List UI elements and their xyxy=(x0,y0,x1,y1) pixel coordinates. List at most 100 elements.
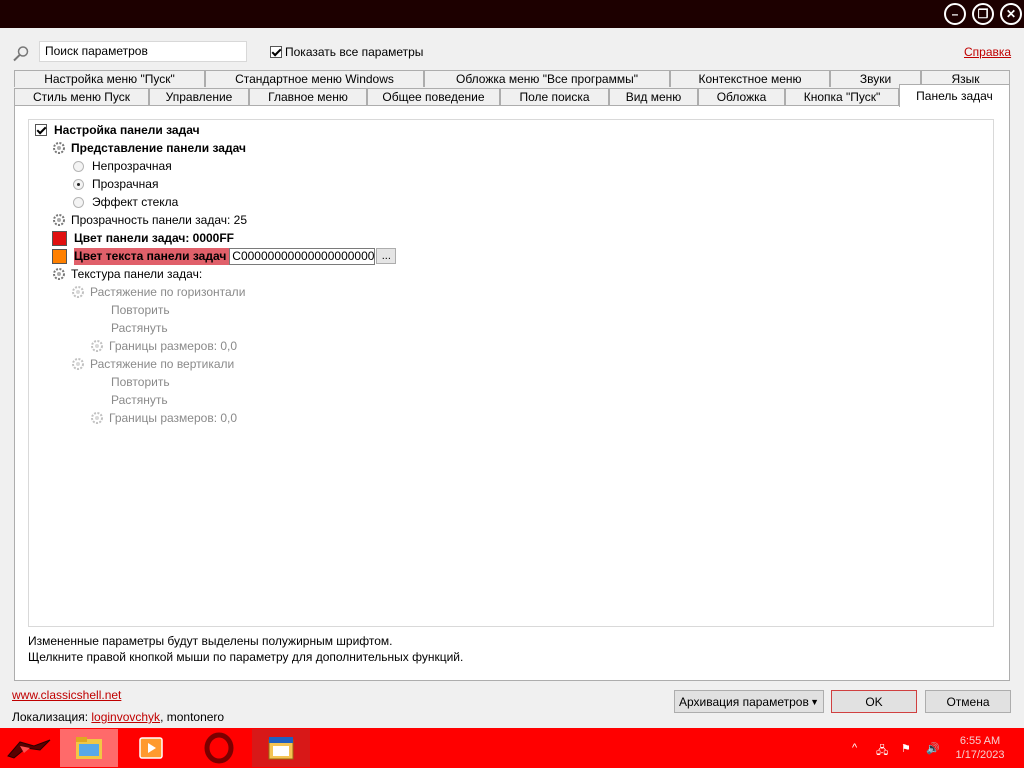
stretch-v2-label: Растянуть xyxy=(111,393,168,407)
radio-label: Прозрачная xyxy=(92,177,159,191)
clock-time: 6:55 AM xyxy=(959,735,1001,747)
repeat-h-label: Повторить xyxy=(111,303,170,317)
title-bar xyxy=(0,0,1024,28)
start-button[interactable] xyxy=(0,729,58,767)
borders-h-label: Границы размеров: 0,0 xyxy=(109,339,238,353)
borders-v-label: Границы размеров: 0,0 xyxy=(109,411,238,425)
tab-start-menu-style[interactable]: Стиль меню Пуск xyxy=(14,88,149,105)
tree-text-color[interactable]: Цвет текста панели задач C00000000000000… xyxy=(52,247,397,265)
close-button[interactable]: ✕ xyxy=(1000,3,1022,25)
tab-main-menu[interactable]: Главное меню xyxy=(249,88,367,105)
stretch-horizontal-label: Растяжение по горизонтали xyxy=(90,285,246,299)
restore-button[interactable]: ❐ xyxy=(972,3,994,25)
localization-suffix: , montonero xyxy=(160,710,225,724)
ok-button[interactable]: OK xyxy=(831,690,917,713)
tree-repeat-v[interactable]: Повторить xyxy=(111,373,170,391)
tree-stretch-v2[interactable]: Растянуть xyxy=(111,391,168,409)
tree-repeat-h[interactable]: Повторить xyxy=(111,301,170,319)
text-color-label: Цвет текста панели задач xyxy=(74,247,230,265)
color-picker-button[interactable]: ... xyxy=(376,248,397,264)
taskbar-color-label: Цвет панели задач: 0000FF xyxy=(74,231,235,245)
volume-icon[interactable]: 🔊 xyxy=(926,742,940,755)
tree-stretch-horizontal[interactable]: Растяжение по горизонтали xyxy=(71,283,245,301)
backup-label: Архивация параметров xyxy=(679,694,809,709)
taskbar-classic-shell[interactable] xyxy=(252,729,310,767)
tab-general-behavior[interactable]: Общее поведение xyxy=(367,88,500,105)
text-color-input[interactable]: C000000000000000000000 xyxy=(229,247,376,265)
radio-label: Непрозрачная xyxy=(92,159,172,173)
gear-icon xyxy=(91,340,103,352)
hint-bold: Измененные параметры будут выделены полу… xyxy=(28,634,393,648)
minimize-icon: – xyxy=(951,7,959,21)
repeat-v-label: Повторить xyxy=(111,375,170,389)
search-input[interactable]: Поиск параметров xyxy=(39,41,247,62)
tab-taskbar[interactable]: Панель задач xyxy=(899,84,1010,107)
website-link[interactable]: www.classicshell.net xyxy=(12,688,121,702)
tab-menu-look[interactable]: Вид меню xyxy=(609,88,698,105)
taskbar-media-player[interactable] xyxy=(122,729,180,767)
clock[interactable]: 6:55 AM 1/17/2023 xyxy=(950,734,1010,762)
gear-icon xyxy=(72,286,84,298)
taskbar-settings-label: Настройка панели задач xyxy=(54,123,200,137)
taskbar-settings-checkbox[interactable] xyxy=(35,124,47,136)
localization-author-link[interactable]: loginvovchyk xyxy=(91,710,160,724)
cancel-button[interactable]: Отмена xyxy=(925,690,1011,713)
folder-icon xyxy=(76,737,102,759)
radio-opaque[interactable]: Непрозрачная xyxy=(73,157,172,175)
tab-skin[interactable]: Обложка xyxy=(698,88,785,105)
action-center-icon[interactable]: ⚑ xyxy=(901,742,911,755)
show-all-toggle[interactable]: Показать все параметры xyxy=(270,45,423,59)
tree-borders-h[interactable]: Границы размеров: 0,0 xyxy=(90,337,237,355)
radio-button-selected[interactable] xyxy=(73,178,84,190)
show-all-label: Показать все параметры xyxy=(285,45,424,59)
tree-taskbar-color[interactable]: Цвет панели задач: 0000FF xyxy=(52,229,234,247)
backup-settings-button[interactable]: Архивация параметров ▼ xyxy=(674,690,824,713)
tree-root[interactable]: Настройка панели задач xyxy=(35,121,200,139)
tab-context-menu[interactable]: Контекстное меню xyxy=(670,70,830,87)
close-icon: ✕ xyxy=(1005,7,1017,21)
tab-search-box[interactable]: Поле поиска xyxy=(500,88,609,105)
tree-texture[interactable]: Текстура панели задач: xyxy=(52,265,202,283)
tree-borders-v[interactable]: Границы размеров: 0,0 xyxy=(90,409,237,427)
search-icon xyxy=(13,46,29,62)
taskbar-explorer[interactable] xyxy=(60,729,118,767)
network-icon[interactable]: 🖧 xyxy=(876,742,888,761)
media-player-icon xyxy=(139,737,163,759)
help-link[interactable]: Справка xyxy=(964,45,1011,59)
gear-icon xyxy=(72,358,84,370)
gear-icon xyxy=(53,214,65,226)
tree-opacity[interactable]: Прозрачность панели задач: 25 xyxy=(52,211,247,229)
tab-all-programs-skin[interactable]: Обложка меню "Все программы" xyxy=(424,70,670,87)
text-color-swatch xyxy=(52,248,67,264)
hint-right-click: Щелкните правой кнопкой мыши по параметр… xyxy=(28,650,464,664)
window-app-icon xyxy=(268,737,294,760)
view-group-label: Представление панели задач xyxy=(71,141,246,155)
radio-transparent[interactable]: Прозрачная xyxy=(73,175,158,193)
radio-label: Эффект стекла xyxy=(92,195,179,209)
taskbar-opera[interactable] xyxy=(190,729,248,767)
tree-stretch-vertical[interactable]: Растяжение по вертикали xyxy=(71,355,234,373)
minimize-button[interactable]: – xyxy=(944,3,966,25)
tree-view-group[interactable]: Представление панели задач xyxy=(52,139,246,157)
tab-start-button[interactable]: Кнопка "Пуск" xyxy=(785,88,899,105)
start-logo-icon xyxy=(7,739,51,759)
radio-button[interactable] xyxy=(73,160,84,172)
radio-button[interactable] xyxy=(73,196,84,208)
texture-label: Текстура панели задач: xyxy=(71,267,203,281)
gear-icon xyxy=(91,412,103,424)
tab-standard-windows-menu[interactable]: Стандартное меню Windows xyxy=(205,70,424,87)
opera-icon xyxy=(204,732,234,764)
tray-expand-icon[interactable]: ^ xyxy=(852,742,857,754)
localization-prefix: Локализация: xyxy=(12,710,92,724)
taskbar-color-swatch xyxy=(52,230,67,246)
opacity-label: Прозрачность панели задач: 25 xyxy=(71,213,248,227)
tab-start-menu-settings[interactable]: Настройка меню "Пуск" xyxy=(14,70,205,87)
radio-glass[interactable]: Эффект стекла xyxy=(73,193,178,211)
tree-stretch-h2[interactable]: Растянуть xyxy=(111,319,168,337)
stretch-vertical-label: Растяжение по вертикали xyxy=(90,357,235,371)
localization-credits: Локализация: loginvovchyk, montonero xyxy=(12,710,224,724)
restore-icon: ❐ xyxy=(977,7,989,21)
stretch-h2-label: Растянуть xyxy=(111,321,168,335)
tab-controls[interactable]: Управление xyxy=(149,88,249,105)
show-all-checkbox[interactable] xyxy=(270,46,282,58)
